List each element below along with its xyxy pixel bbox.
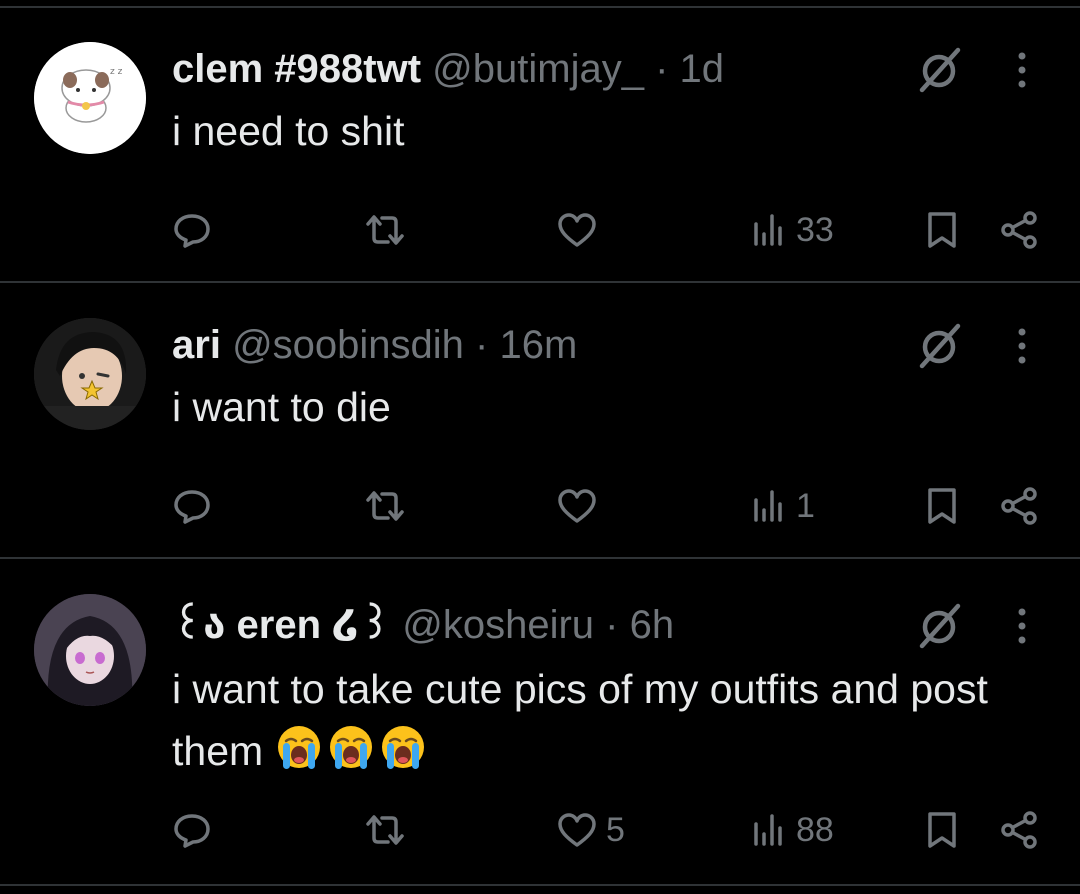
display-name[interactable]: clem #988twt bbox=[172, 47, 421, 91]
retweet-icon bbox=[366, 815, 404, 845]
loudly-crying-face-icon bbox=[277, 726, 320, 769]
reply-button[interactable] bbox=[172, 200, 220, 260]
like-button[interactable] bbox=[556, 200, 606, 260]
username[interactable]: @kosheiru bbox=[402, 603, 594, 647]
crying-emoji-group bbox=[275, 726, 431, 774]
loudly-crying-face-icon bbox=[329, 726, 372, 769]
retweet-icon bbox=[366, 491, 404, 521]
grok-icon[interactable] bbox=[914, 44, 966, 96]
avatar[interactable]: z z bbox=[34, 42, 146, 154]
bookmark-button[interactable] bbox=[922, 200, 962, 260]
share-button[interactable] bbox=[998, 200, 1040, 260]
heart-icon bbox=[558, 813, 596, 847]
heart-icon bbox=[558, 213, 596, 247]
grok-icon[interactable] bbox=[914, 320, 966, 372]
cartoon-dog-avatar-icon: z z bbox=[34, 42, 146, 154]
share-icon bbox=[1001, 487, 1037, 525]
bookmark-icon bbox=[928, 488, 956, 524]
views-count: 88 bbox=[796, 810, 834, 849]
separator-dot: · bbox=[655, 47, 669, 91]
loudly-crying-face-icon bbox=[381, 726, 424, 769]
tweet-header: ꒰ა eren ໒꒱ @kosheiru · 6h bbox=[172, 600, 674, 650]
share-button[interactable] bbox=[998, 800, 1040, 860]
views-icon bbox=[754, 490, 782, 522]
tweet-actions: 5 88 bbox=[0, 800, 1080, 860]
separator-dot: · bbox=[605, 603, 619, 647]
tweet-text: i need to shit bbox=[172, 108, 405, 154]
tweet-text: i want to take cute pics of my outfits a… bbox=[172, 658, 1042, 782]
timestamp[interactable]: 16m bbox=[500, 323, 578, 367]
views-count: 1 bbox=[796, 486, 815, 525]
separator-dot: · bbox=[475, 323, 489, 367]
bookmark-icon bbox=[928, 812, 956, 848]
views-count: 33 bbox=[796, 210, 834, 249]
bottom-divider bbox=[0, 884, 1080, 886]
tweet-header: clem #988twt @butimjay_ · 1d bbox=[172, 44, 724, 94]
share-button[interactable] bbox=[998, 476, 1040, 536]
person-photo-avatar-icon bbox=[34, 318, 146, 430]
timestamp[interactable]: 1d bbox=[680, 47, 725, 91]
tweet-divider bbox=[0, 281, 1080, 283]
display-name[interactable]: ari bbox=[172, 323, 221, 367]
bookmark-button[interactable] bbox=[922, 476, 962, 536]
tweet-text: i want to die bbox=[172, 384, 391, 430]
reply-icon bbox=[174, 214, 210, 248]
retweet-icon bbox=[366, 215, 404, 245]
timestamp[interactable]: 6h bbox=[630, 603, 675, 647]
bookmark-icon bbox=[928, 212, 956, 248]
avatar[interactable] bbox=[34, 318, 146, 430]
username[interactable]: @butimjay_ bbox=[432, 47, 644, 91]
reply-button[interactable] bbox=[172, 476, 220, 536]
tweet-divider bbox=[0, 557, 1080, 559]
tweet-header: ari @soobinsdih · 16m bbox=[172, 320, 577, 370]
tweet-actions: 33 bbox=[0, 200, 1080, 260]
username[interactable]: @soobinsdih bbox=[232, 323, 464, 367]
avatar[interactable] bbox=[34, 594, 146, 706]
like-count: 5 bbox=[606, 810, 625, 849]
retweet-button[interactable] bbox=[362, 476, 416, 536]
share-icon bbox=[1001, 211, 1037, 249]
retweet-button[interactable] bbox=[362, 200, 416, 260]
more-icon[interactable] bbox=[1010, 50, 1034, 90]
retweet-button[interactable] bbox=[362, 800, 416, 860]
like-button[interactable]: 5 bbox=[556, 800, 625, 860]
views-button[interactable]: 33 bbox=[752, 200, 834, 260]
top-divider bbox=[0, 6, 1080, 8]
bookmark-button[interactable] bbox=[922, 800, 962, 860]
grok-icon[interactable] bbox=[914, 600, 966, 652]
tweet-actions: 1 bbox=[0, 476, 1080, 536]
views-icon bbox=[754, 214, 782, 246]
reply-button[interactable] bbox=[172, 800, 220, 860]
display-name[interactable]: ꒰ა eren ໒꒱ bbox=[172, 603, 391, 647]
more-icon[interactable] bbox=[1010, 326, 1034, 366]
reply-icon bbox=[174, 490, 210, 524]
like-button[interactable] bbox=[556, 476, 606, 536]
views-icon bbox=[754, 814, 782, 846]
views-button[interactable]: 88 bbox=[752, 800, 834, 860]
share-icon bbox=[1001, 811, 1037, 849]
reply-icon bbox=[174, 814, 210, 848]
anime-girl-avatar-icon bbox=[34, 594, 146, 706]
views-button[interactable]: 1 bbox=[752, 476, 815, 536]
heart-icon bbox=[558, 489, 596, 523]
svg-text:z z: z z bbox=[110, 67, 123, 77]
more-icon[interactable] bbox=[1010, 606, 1034, 646]
